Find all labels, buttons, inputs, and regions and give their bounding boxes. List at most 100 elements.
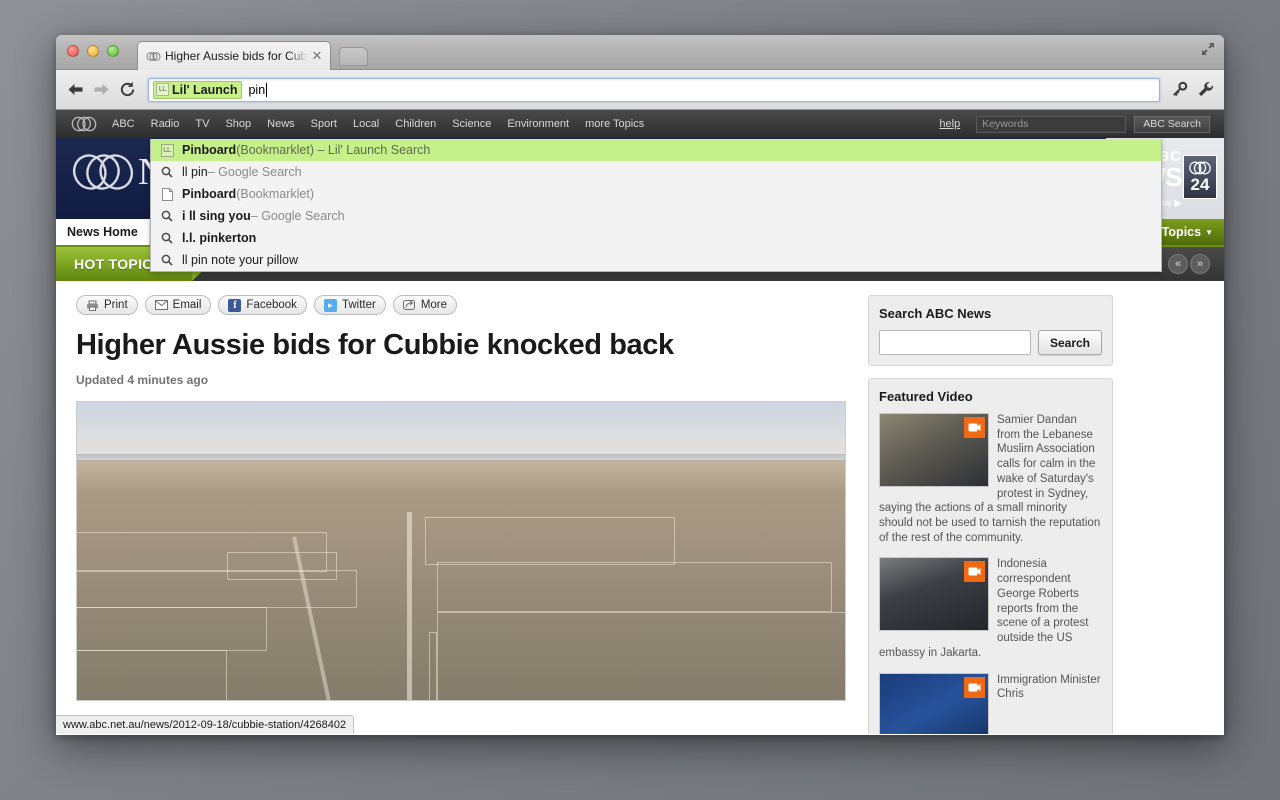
suggestion-prefix: Pin — [182, 143, 202, 157]
envelope-icon — [154, 299, 168, 312]
video-play-badge-icon — [964, 417, 985, 438]
hot-topics-pager: « » — [1168, 254, 1210, 274]
close-tab-icon[interactable]: ✕ — [310, 49, 324, 63]
hot-topics-prev-icon[interactable]: « — [1168, 254, 1188, 274]
search-button[interactable]: Search — [1037, 330, 1102, 355]
featured-video-title: Featured Video — [879, 389, 973, 404]
search-abc-news-box: Search ABC News Search — [868, 295, 1113, 366]
suggestion-item[interactable]: Pin board (Bookmarklet) — [151, 183, 1161, 205]
back-button[interactable] — [62, 77, 88, 103]
hot-topics-next-icon[interactable]: » — [1190, 254, 1210, 274]
status-bar-url: www.abc.net.au/news/2012-09-18/cubbie-st… — [56, 715, 355, 734]
browser-toolbar: LL Lil' Launch pin — [56, 70, 1224, 110]
chevron-down-icon: ▼ — [1205, 227, 1213, 237]
share-label: Email — [172, 299, 202, 311]
forward-button[interactable] — [88, 77, 114, 103]
global-nav-item-radio[interactable]: Radio — [151, 118, 180, 130]
global-nav-item-abc[interactable]: ABC — [112, 118, 135, 130]
search-row: Search — [879, 330, 1102, 355]
search-keyword-label: Lil' Launch — [172, 82, 238, 97]
suggestion-main: board — [201, 187, 237, 201]
list-item[interactable]: Immigration Minister Chris — [879, 672, 1102, 734]
sidebar-column: Search ABC News Search Featured Video Sa… — [868, 295, 1113, 734]
suggestion-item[interactable]: LL Pin board (Bookmarklet) – Lil' Launch … — [151, 139, 1161, 161]
abc-keywords-input[interactable]: Keywords — [976, 115, 1127, 133]
abc-global-nav: ABC Radio TV Shop News Sport Local Child… — [56, 110, 1224, 138]
minimize-window-button[interactable] — [87, 45, 99, 57]
facebook-icon: f — [228, 298, 242, 312]
search-box-title: Search ABC News — [879, 306, 992, 321]
share-facebook-button[interactable]: f Facebook — [218, 295, 307, 315]
news24-logo[interactable]: 24 — [1183, 155, 1217, 199]
suggestion-suffix: – Google Search — [250, 209, 345, 223]
suggestion-suffix: (Bookmarklet) — [236, 187, 314, 201]
fullscreen-icon[interactable] — [1200, 41, 1216, 57]
global-nav-item-tv[interactable]: TV — [195, 118, 209, 130]
share-email-button[interactable]: Email — [144, 295, 212, 315]
share-label: Print — [104, 299, 128, 311]
suggestion-item[interactable]: ll pin note your pillow — [151, 249, 1161, 271]
tab-strip: Higher Aussie bids for Cubbi ✕ — [56, 35, 1224, 70]
share-toolbar: Print Email f Facebook ▸ Twitter More — [76, 295, 848, 315]
new-tab-button[interactable] — [339, 47, 368, 66]
abc-swirl-icon[interactable] — [70, 116, 98, 132]
suggestion-prefix: l.l. pinkerton — [182, 231, 257, 245]
search-keyword-chip[interactable]: LL Lil' Launch — [153, 80, 243, 99]
suggestion-item[interactable]: l.l. pinkerton — [151, 227, 1161, 249]
global-nav-item-more-topics[interactable]: more Topics — [585, 118, 644, 130]
suggestion-item[interactable]: i ll sing you – Google Search — [151, 205, 1161, 227]
nav-label: News Home — [67, 225, 138, 239]
zoom-window-button[interactable] — [107, 45, 119, 57]
news24-number: 24 — [1190, 175, 1210, 194]
browser-tab[interactable]: Higher Aussie bids for Cubbi ✕ — [137, 41, 331, 70]
text-caret — [266, 82, 268, 97]
suggestion-suffix: – Google Search — [207, 165, 302, 179]
global-nav-item-sport[interactable]: Sport — [311, 118, 337, 130]
search-icon — [159, 210, 175, 222]
close-window-button[interactable] — [67, 45, 79, 57]
suggestion-prefix: i ll sing you — [182, 209, 251, 223]
search-icon — [159, 166, 175, 178]
key-icon[interactable] — [1166, 77, 1192, 103]
omnibox-suggestions: LL Pin board (Bookmarklet) – Lil' Launch … — [150, 139, 1162, 272]
search-icon — [159, 254, 175, 266]
video-play-badge-icon — [964, 561, 985, 583]
wrench-icon[interactable] — [1192, 77, 1218, 103]
global-nav-help-link[interactable]: help — [939, 118, 960, 130]
video-thumbnail[interactable] — [879, 557, 989, 632]
list-item[interactable]: Indonesia correspondent George Roberts r… — [879, 557, 1102, 660]
page-title: Higher Aussie bids for Cubbie knocked ba… — [76, 329, 674, 361]
article-photo — [76, 401, 846, 702]
page-content: Print Email f Facebook ▸ Twitter More Hi… — [56, 281, 1224, 734]
video-description: Immigration Minister Chris — [997, 673, 1101, 701]
share-more-button[interactable]: More — [392, 295, 458, 315]
abc-search-button[interactable]: ABC Search — [1134, 115, 1210, 133]
browser-tab-title: Higher Aussie bids for Cubbi — [165, 49, 308, 63]
address-bar-input[interactable]: pin — [248, 83, 265, 97]
global-nav-item-shop[interactable]: Shop — [225, 118, 251, 130]
window-controls — [67, 45, 119, 57]
video-thumbnail[interactable] — [879, 413, 989, 487]
global-nav-item-children[interactable]: Children — [395, 118, 436, 130]
suggestion-prefix: Pin — [182, 187, 202, 201]
global-nav-item-news[interactable]: News — [267, 118, 295, 130]
lil-launch-badge-icon: LL — [156, 83, 169, 96]
global-nav-item-local[interactable]: Local — [353, 118, 379, 130]
suggestion-prefix: ll pin — [182, 165, 208, 179]
share-twitter-button[interactable]: ▸ Twitter — [313, 295, 386, 315]
reload-button[interactable] — [114, 77, 140, 103]
twitter-icon: ▸ — [323, 298, 337, 312]
global-nav-item-science[interactable]: Science — [452, 118, 491, 130]
suggestion-item[interactable]: ll pin – Google Search — [151, 161, 1161, 183]
video-thumbnail[interactable] — [879, 672, 989, 734]
share-print-button[interactable]: Print — [76, 295, 138, 315]
share-label: Twitter — [341, 299, 376, 311]
address-bar[interactable]: LL Lil' Launch pin — [148, 77, 1160, 102]
global-nav-item-environment[interactable]: Environment — [507, 118, 569, 130]
share-label: More — [420, 299, 448, 311]
nav-item-news-home[interactable]: News Home — [56, 219, 149, 245]
list-item[interactable]: Samier Dandan from the Lebanese Muslim A… — [879, 413, 1102, 545]
suggestion-suffix: ll pin note your pillow — [182, 253, 299, 267]
search-input[interactable] — [879, 330, 1031, 355]
suggestion-suffix: (Bookmarklet) – Lil' Launch Search — [236, 143, 431, 157]
